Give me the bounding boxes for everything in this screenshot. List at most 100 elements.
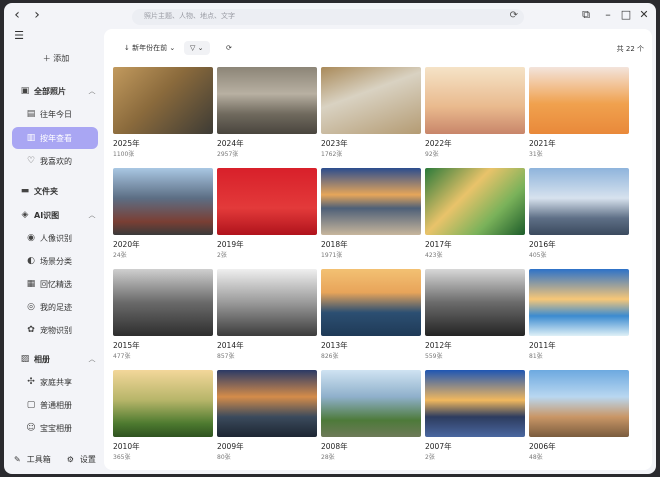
year-label: 2020年 bbox=[113, 240, 140, 249]
year-thumbnail[interactable] bbox=[425, 168, 525, 235]
year-label: 2019年 bbox=[217, 240, 244, 249]
year-card[interactable]: 2012年 559张 bbox=[425, 269, 525, 361]
refresh-button[interactable]: ⟳ bbox=[220, 41, 238, 55]
year-card[interactable]: 2015年 477张 bbox=[113, 269, 213, 361]
search-input[interactable]: 照片主题、人物、地点、文字 ⟳ bbox=[132, 9, 524, 25]
year-label: 2018年 bbox=[321, 240, 348, 249]
photo-count: 2957张 bbox=[217, 151, 239, 158]
year-label: 2010年 bbox=[113, 442, 140, 451]
share-icon: ✣ bbox=[27, 377, 35, 387]
sidebar-header-albums[interactable]: ▨ 相册 ︿ bbox=[12, 349, 98, 369]
chevron-up-icon[interactable]: ︿ bbox=[86, 210, 98, 220]
year-thumbnail[interactable] bbox=[321, 269, 421, 336]
refresh-icon[interactable]: ⟳ bbox=[510, 10, 518, 21]
filter-button[interactable]: ▽ ⌄ bbox=[184, 41, 210, 55]
photo-count: 31张 bbox=[529, 151, 543, 158]
year-card[interactable]: 2017年 423张 bbox=[425, 168, 525, 260]
forward-icon[interactable]: › bbox=[28, 6, 46, 24]
back-icon[interactable]: ‹ bbox=[8, 6, 26, 24]
year-thumbnail[interactable] bbox=[425, 67, 525, 134]
sidebar-item-pets[interactable]: ✿ 宠物识别 bbox=[12, 320, 98, 340]
year-thumbnail[interactable] bbox=[321, 67, 421, 134]
year-card[interactable]: 2009年 80张 bbox=[217, 370, 317, 462]
sidebar-item-normal-album[interactable]: ▢ 普通相册 bbox=[12, 395, 98, 415]
sidebar-item-faces[interactable]: ◉ 人像识别 bbox=[12, 228, 98, 248]
year-card[interactable]: 2020年 24张 bbox=[113, 168, 213, 260]
sidebar-header-all-photos[interactable]: ▣ 全部照片 ︿ bbox=[12, 81, 98, 101]
year-card[interactable]: 2021年 31张 bbox=[529, 67, 629, 159]
scene-icon: ◐ bbox=[27, 256, 35, 266]
minimize-icon[interactable]: – bbox=[600, 6, 616, 24]
tools-button[interactable]: 工具箱 bbox=[27, 454, 51, 465]
year-card[interactable]: 2008年 28张 bbox=[321, 370, 421, 462]
close-icon[interactable]: ✕ bbox=[636, 6, 652, 24]
year-thumbnail[interactable] bbox=[425, 370, 525, 437]
chevron-up-icon[interactable]: ︿ bbox=[86, 354, 98, 364]
search-placeholder: 照片主题、人物、地点、文字 bbox=[144, 12, 235, 20]
year-label: 2015年 bbox=[113, 341, 140, 350]
year-label: 2008年 bbox=[321, 442, 348, 451]
sidebar-item-footprints[interactable]: ◎ 我的足迹 bbox=[12, 297, 98, 317]
menu-icon[interactable]: ☰ bbox=[10, 27, 28, 45]
year-thumbnail[interactable] bbox=[529, 67, 629, 134]
photo-count: 92张 bbox=[425, 151, 439, 158]
year-thumbnail[interactable] bbox=[529, 370, 629, 437]
photo-count: 477张 bbox=[113, 353, 131, 360]
chevron-down-icon: ⌄ bbox=[197, 44, 204, 52]
sidebar-header-ai[interactable]: ◈ AI识图 ︿ bbox=[12, 205, 98, 225]
year-card[interactable]: 2006年 48张 bbox=[529, 370, 629, 462]
year-label: 2021年 bbox=[529, 139, 556, 148]
person-icon: ◉ bbox=[27, 233, 35, 243]
year-thumbnail[interactable] bbox=[321, 370, 421, 437]
year-card[interactable]: 2013年 826张 bbox=[321, 269, 421, 361]
year-thumbnail[interactable] bbox=[217, 269, 317, 336]
year-thumbnail[interactable] bbox=[113, 168, 213, 235]
year-thumbnail[interactable] bbox=[217, 168, 317, 235]
tools-icon[interactable]: ✎ bbox=[14, 455, 21, 464]
photo-count: 2张 bbox=[425, 454, 435, 461]
year-card[interactable]: 2016年 405张 bbox=[529, 168, 629, 260]
sidebar-item-baby-album[interactable]: ☺ 宝宝相册 bbox=[12, 418, 98, 438]
year-card[interactable]: 2007年 2张 bbox=[425, 370, 525, 462]
year-card[interactable]: 2022年 92张 bbox=[425, 67, 525, 159]
settings-button[interactable]: 设置 bbox=[80, 454, 96, 465]
photo-count: 1100张 bbox=[113, 151, 135, 158]
year-thumbnail[interactable] bbox=[113, 67, 213, 134]
year-thumbnail[interactable] bbox=[113, 370, 213, 437]
calendar-year-icon: ▥ bbox=[26, 133, 36, 143]
sidebar-item-favorites[interactable]: ♡ 我喜欢的 bbox=[12, 151, 98, 171]
sidebar-item-family-share[interactable]: ✣ 家庭共享 bbox=[12, 372, 98, 392]
sidebar-item-memories[interactable]: ▦ 回忆精选 bbox=[12, 274, 98, 294]
photo-count: 80张 bbox=[217, 454, 231, 461]
year-card[interactable]: 2010年 365张 bbox=[113, 370, 213, 462]
year-card[interactable]: 2014年 857张 bbox=[217, 269, 317, 361]
add-button[interactable]: ＋ 添加 bbox=[26, 51, 86, 67]
sort-button[interactable]: ↓ 新年份在前 ⌄ bbox=[118, 41, 182, 55]
year-thumbnail[interactable] bbox=[217, 67, 317, 134]
sidebar-header-folders[interactable]: ▬ 文件夹 bbox=[12, 181, 98, 201]
sidebar-item-today[interactable]: ▤ 往年今日 bbox=[12, 104, 98, 124]
year-card[interactable]: 2024年 2957张 bbox=[217, 67, 317, 159]
gear-icon[interactable]: ⚙ bbox=[67, 455, 74, 464]
photo-count: 405张 bbox=[529, 252, 547, 259]
year-thumbnail[interactable] bbox=[217, 370, 317, 437]
year-card[interactable]: 2018年 1971张 bbox=[321, 168, 421, 260]
year-card[interactable]: 2019年 2张 bbox=[217, 168, 317, 260]
year-card[interactable]: 2023年 1762张 bbox=[321, 67, 421, 159]
chevron-up-icon[interactable]: ︿ bbox=[86, 86, 98, 96]
maximize-icon[interactable]: □ bbox=[618, 6, 634, 24]
year-label: 2023年 bbox=[321, 139, 348, 148]
content-toolbar: ↓ 新年份在前 ⌄ ▽ ⌄ ⟳ 共 22 个 bbox=[104, 29, 652, 63]
restore-icon[interactable]: ⧉ bbox=[578, 6, 594, 24]
sidebar-item-by-year[interactable]: ▥ 按年查看 bbox=[12, 127, 98, 149]
year-card[interactable]: 2011年 81张 bbox=[529, 269, 629, 361]
year-thumbnail[interactable] bbox=[425, 269, 525, 336]
year-label: 2017年 bbox=[425, 240, 452, 249]
year-thumbnail[interactable] bbox=[529, 168, 629, 235]
sidebar-item-scenes[interactable]: ◐ 场景分类 bbox=[12, 251, 98, 271]
year-thumbnail[interactable] bbox=[321, 168, 421, 235]
year-card[interactable]: 2025年 1100张 bbox=[113, 67, 213, 159]
photo-count: 28张 bbox=[321, 454, 335, 461]
year-thumbnail[interactable] bbox=[529, 269, 629, 336]
year-thumbnail[interactable] bbox=[113, 269, 213, 336]
